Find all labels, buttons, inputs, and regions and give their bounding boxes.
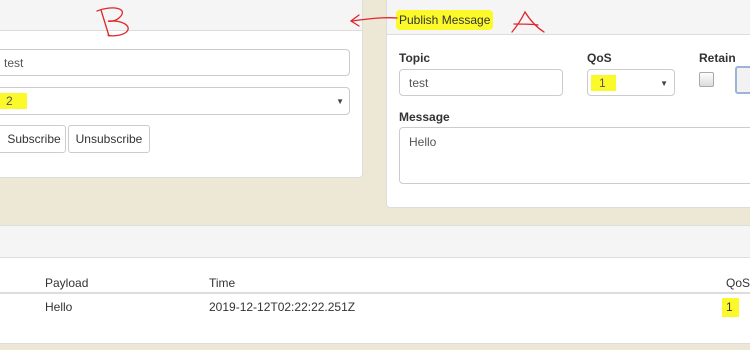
annotation-letter-a [511, 10, 545, 33]
annotation-overlay [96, 7, 545, 37]
arrow-shaft [351, 16, 398, 22]
annotation-arrow [349, 14, 398, 27]
annotation-letter-b [96, 7, 129, 37]
